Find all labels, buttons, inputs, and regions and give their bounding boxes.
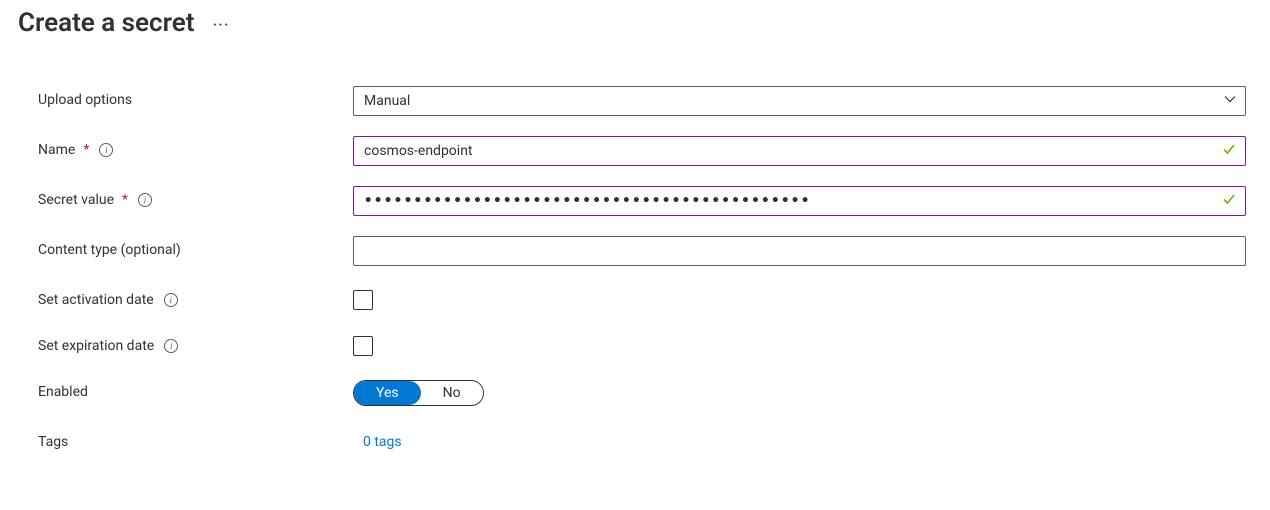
info-icon[interactable]: i <box>164 293 178 307</box>
info-icon[interactable]: i <box>138 193 152 207</box>
expiration-label: Set expiration date i <box>38 332 353 354</box>
name-input[interactable] <box>353 136 1246 166</box>
content-type-label: Content type (optional) <box>38 236 353 258</box>
masked-dots: ••••••••••••••••••••••••••••••••••••••••… <box>364 187 811 215</box>
label-text: Set expiration date <box>38 338 154 354</box>
enabled-yes-option[interactable]: Yes <box>354 381 421 405</box>
form: Upload options Name * i <box>18 86 1252 478</box>
label-text: Secret value <box>38 192 114 208</box>
label-text: Content type (optional) <box>38 242 181 258</box>
content-type-input[interactable] <box>353 236 1246 266</box>
enabled-no-option[interactable]: No <box>421 381 483 405</box>
activation-label: Set activation date i <box>38 286 353 308</box>
label-text: Upload options <box>38 92 132 108</box>
info-icon[interactable]: i <box>164 339 178 353</box>
secret-value-input[interactable]: ••••••••••••••••••••••••••••••••••••••••… <box>353 186 1246 216</box>
label-text: Enabled <box>38 384 88 400</box>
enabled-row: Enabled Yes No <box>38 378 1246 428</box>
enabled-field: Yes No <box>353 378 1246 406</box>
name-label: Name * i <box>38 136 353 158</box>
required-icon: * <box>83 142 89 158</box>
content-type-row: Content type (optional) <box>38 236 1246 286</box>
tags-row: Tags 0 tags <box>38 428 1246 478</box>
activation-row: Set activation date i <box>38 286 1246 332</box>
label-text: Tags <box>38 434 68 450</box>
secret-value-label: Secret value * i <box>38 186 353 208</box>
upload-options-row: Upload options <box>38 86 1246 136</box>
enabled-label: Enabled <box>38 378 353 400</box>
upload-options-select[interactable] <box>353 86 1246 116</box>
label-text: Set activation date <box>38 292 154 308</box>
name-field <box>353 136 1246 166</box>
name-row: Name * i <box>38 136 1246 186</box>
secret-value-field: ••••••••••••••••••••••••••••••••••••••••… <box>353 186 1246 216</box>
create-secret-page: Create a secret ··· Upload options Name … <box>0 0 1270 478</box>
required-icon: * <box>122 192 128 208</box>
enabled-toggle: Yes No <box>353 380 484 406</box>
expiration-row: Set expiration date i <box>38 332 1246 378</box>
upload-options-label: Upload options <box>38 86 353 108</box>
activation-field <box>353 286 1246 314</box>
expiration-checkbox[interactable] <box>353 336 373 356</box>
more-icon[interactable]: ··· <box>212 11 229 36</box>
title-row: Create a secret ··· <box>18 8 1252 38</box>
info-icon[interactable]: i <box>99 143 113 157</box>
tags-field: 0 tags <box>353 428 1246 450</box>
content-type-field <box>353 236 1246 266</box>
secret-value-row: Secret value * i •••••••••••••••••••••••… <box>38 186 1246 236</box>
page-title: Create a secret <box>18 8 194 38</box>
activation-checkbox[interactable] <box>353 290 373 310</box>
label-text: Name <box>38 142 75 158</box>
tags-link[interactable]: 0 tags <box>353 428 1246 450</box>
upload-options-field <box>353 86 1246 116</box>
expiration-field <box>353 332 1246 360</box>
tags-label: Tags <box>38 428 353 450</box>
